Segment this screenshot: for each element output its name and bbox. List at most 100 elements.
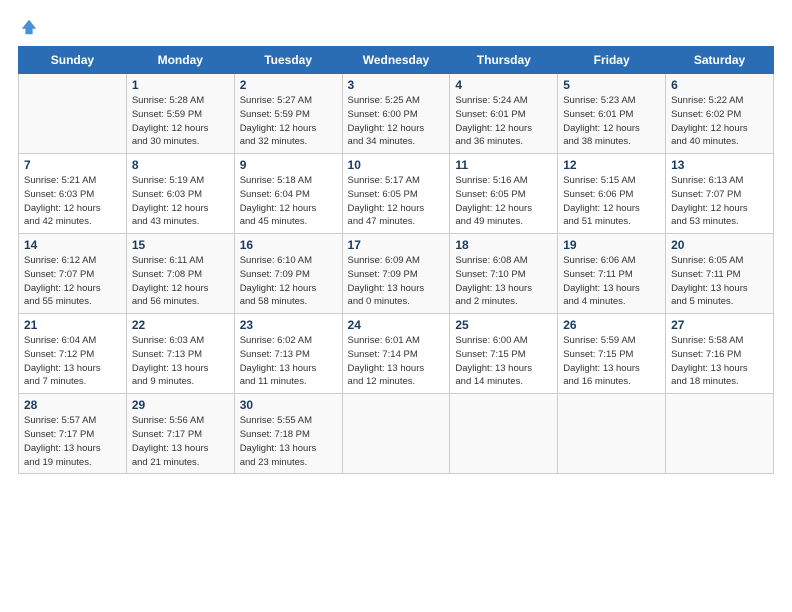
- day-info: Sunrise: 5:28 AM Sunset: 5:59 PM Dayligh…: [132, 94, 229, 149]
- calendar-cell: 23 Sunrise: 6:02 AM Sunset: 7:13 PM Dayli…: [234, 314, 342, 394]
- weekday-header-wednesday: Wednesday: [342, 47, 450, 74]
- day-info: Sunrise: 6:00 AM Sunset: 7:15 PM Dayligh…: [455, 334, 552, 389]
- calendar-cell: 16 Sunrise: 6:10 AM Sunset: 7:09 PM Dayli…: [234, 234, 342, 314]
- day-number: 16: [240, 238, 337, 252]
- calendar-week-5: 28Sunrise: 5:57 AM Sunset: 7:17 PM Dayli…: [19, 394, 774, 474]
- calendar-cell: [666, 394, 774, 474]
- day-info: Sunrise: 5:16 AM Sunset: 6:05 PM Dayligh…: [455, 174, 552, 229]
- day-info: Sunrise: 5:27 AM Sunset: 5:59 PM Dayligh…: [240, 94, 337, 149]
- calendar-cell: 18 Sunrise: 6:08 AM Sunset: 7:10 PM Dayli…: [450, 234, 558, 314]
- day-info: Sunrise: 6:02 AM Sunset: 7:13 PM Dayligh…: [240, 334, 337, 389]
- calendar-cell: 9 Sunrise: 5:18 AM Sunset: 6:04 PM Daylig…: [234, 154, 342, 234]
- calendar-cell: 19 Sunrise: 6:06 AM Sunset: 7:11 PM Dayli…: [558, 234, 666, 314]
- day-info: Sunrise: 6:01 AM Sunset: 7:14 PM Dayligh…: [348, 334, 445, 389]
- calendar-cell: 3 Sunrise: 5:25 AM Sunset: 6:00 PM Daylig…: [342, 74, 450, 154]
- day-info: Sunrise: 5:24 AM Sunset: 6:01 PM Dayligh…: [455, 94, 552, 149]
- logo-icon: [20, 18, 38, 36]
- day-info: Sunrise: 6:06 AM Sunset: 7:11 PM Dayligh…: [563, 254, 660, 309]
- weekday-header-monday: Monday: [126, 47, 234, 74]
- calendar-cell: 22 Sunrise: 6:03 AM Sunset: 7:13 PM Dayli…: [126, 314, 234, 394]
- day-info: Sunrise: 5:17 AM Sunset: 6:05 PM Dayligh…: [348, 174, 445, 229]
- day-info: Sunrise: 5:19 AM Sunset: 6:03 PM Dayligh…: [132, 174, 229, 229]
- calendar-cell: 30 Sunrise: 5:55 AM Sunset: 7:18 PM Dayli…: [234, 394, 342, 474]
- calendar-cell: 2 Sunrise: 5:27 AM Sunset: 5:59 PM Daylig…: [234, 74, 342, 154]
- day-number: 2: [240, 78, 337, 92]
- weekday-header-friday: Friday: [558, 47, 666, 74]
- day-number: 5: [563, 78, 660, 92]
- calendar-cell: 11 Sunrise: 5:16 AM Sunset: 6:05 PM Dayli…: [450, 154, 558, 234]
- day-number: 9: [240, 158, 337, 172]
- day-number: 8: [132, 158, 229, 172]
- day-info: Sunrise: 5:58 AM Sunset: 7:16 PM Dayligh…: [671, 334, 768, 389]
- day-number: 4: [455, 78, 552, 92]
- day-number: 12: [563, 158, 660, 172]
- day-number: 20: [671, 238, 768, 252]
- calendar-week-4: 21 Sunrise: 6:04 AM Sunset: 7:12 PM Dayli…: [19, 314, 774, 394]
- day-number: 3: [348, 78, 445, 92]
- day-info: Sunrise: 5:21 AM Sunset: 6:03 PM Dayligh…: [24, 174, 121, 229]
- day-info: Sunrise: 5:23 AM Sunset: 6:01 PM Dayligh…: [563, 94, 660, 149]
- calendar-table: SundayMondayTuesdayWednesdayThursdayFrid…: [18, 46, 774, 474]
- calendar-cell: 8 Sunrise: 5:19 AM Sunset: 6:03 PM Daylig…: [126, 154, 234, 234]
- day-number: 11: [455, 158, 552, 172]
- day-info: Sunrise: 5:22 AM Sunset: 6:02 PM Dayligh…: [671, 94, 768, 149]
- day-number: 19: [563, 238, 660, 252]
- calendar-week-2: 7 Sunrise: 5:21 AM Sunset: 6:03 PM Daylig…: [19, 154, 774, 234]
- day-info: Sunrise: 5:25 AM Sunset: 6:00 PM Dayligh…: [348, 94, 445, 149]
- day-info: Sunrise: 6:08 AM Sunset: 7:10 PM Dayligh…: [455, 254, 552, 309]
- day-number: 25: [455, 318, 552, 332]
- day-info: Sunrise: 6:05 AM Sunset: 7:11 PM Dayligh…: [671, 254, 768, 309]
- calendar-cell: 5 Sunrise: 5:23 AM Sunset: 6:01 PM Daylig…: [558, 74, 666, 154]
- day-info: Sunrise: 6:09 AM Sunset: 7:09 PM Dayligh…: [348, 254, 445, 309]
- calendar-cell: 13 Sunrise: 6:13 AM Sunset: 7:07 PM Dayli…: [666, 154, 774, 234]
- day-info: Sunrise: 6:13 AM Sunset: 7:07 PM Dayligh…: [671, 174, 768, 229]
- calendar-cell: 28Sunrise: 5:57 AM Sunset: 7:17 PM Dayli…: [19, 394, 127, 474]
- day-number: 27: [671, 318, 768, 332]
- calendar-cell: 10 Sunrise: 5:17 AM Sunset: 6:05 PM Dayli…: [342, 154, 450, 234]
- calendar-cell: 29 Sunrise: 5:56 AM Sunset: 7:17 PM Dayli…: [126, 394, 234, 474]
- calendar-cell: [558, 394, 666, 474]
- day-info: Sunrise: 5:15 AM Sunset: 6:06 PM Dayligh…: [563, 174, 660, 229]
- day-number: 30: [240, 398, 337, 412]
- day-info: Sunrise: 6:04 AM Sunset: 7:12 PM Dayligh…: [24, 334, 121, 389]
- weekday-header-tuesday: Tuesday: [234, 47, 342, 74]
- day-number: 6: [671, 78, 768, 92]
- day-number: 23: [240, 318, 337, 332]
- day-info: Sunrise: 6:12 AM Sunset: 7:07 PM Dayligh…: [24, 254, 121, 309]
- day-number: 29: [132, 398, 229, 412]
- calendar-cell: 1 Sunrise: 5:28 AM Sunset: 5:59 PM Daylig…: [126, 74, 234, 154]
- day-info: Sunrise: 6:10 AM Sunset: 7:09 PM Dayligh…: [240, 254, 337, 309]
- day-number: 22: [132, 318, 229, 332]
- day-info: Sunrise: 5:18 AM Sunset: 6:04 PM Dayligh…: [240, 174, 337, 229]
- day-number: 1: [132, 78, 229, 92]
- calendar-cell: 6 Sunrise: 5:22 AM Sunset: 6:02 PM Daylig…: [666, 74, 774, 154]
- day-info: Sunrise: 6:11 AM Sunset: 7:08 PM Dayligh…: [132, 254, 229, 309]
- calendar-cell: 4 Sunrise: 5:24 AM Sunset: 6:01 PM Daylig…: [450, 74, 558, 154]
- day-number: 21: [24, 318, 121, 332]
- day-number: 18: [455, 238, 552, 252]
- day-info: Sunrise: 6:03 AM Sunset: 7:13 PM Dayligh…: [132, 334, 229, 389]
- calendar-week-3: 14 Sunrise: 6:12 AM Sunset: 7:07 PM Dayli…: [19, 234, 774, 314]
- weekday-header-row: SundayMondayTuesdayWednesdayThursdayFrid…: [19, 47, 774, 74]
- calendar-cell: 20 Sunrise: 6:05 AM Sunset: 7:11 PM Dayli…: [666, 234, 774, 314]
- day-number: 10: [348, 158, 445, 172]
- day-number: 15: [132, 238, 229, 252]
- day-number: 26: [563, 318, 660, 332]
- calendar-cell: 21 Sunrise: 6:04 AM Sunset: 7:12 PM Dayli…: [19, 314, 127, 394]
- calendar-cell: [450, 394, 558, 474]
- calendar-cell: 15 Sunrise: 6:11 AM Sunset: 7:08 PM Dayli…: [126, 234, 234, 314]
- day-info: Sunrise: 5:59 AM Sunset: 7:15 PM Dayligh…: [563, 334, 660, 389]
- day-number: 14: [24, 238, 121, 252]
- day-number: 7: [24, 158, 121, 172]
- calendar-cell: 12 Sunrise: 5:15 AM Sunset: 6:06 PM Dayli…: [558, 154, 666, 234]
- calendar-cell: 7 Sunrise: 5:21 AM Sunset: 6:03 PM Daylig…: [19, 154, 127, 234]
- calendar-cell: 27 Sunrise: 5:58 AM Sunset: 7:16 PM Dayli…: [666, 314, 774, 394]
- header: [18, 18, 774, 36]
- day-number: 17: [348, 238, 445, 252]
- logo: [18, 18, 38, 36]
- day-info: Sunrise: 5:55 AM Sunset: 7:18 PM Dayligh…: [240, 414, 337, 469]
- weekday-header-sunday: Sunday: [19, 47, 127, 74]
- day-info: Sunrise: 5:56 AM Sunset: 7:17 PM Dayligh…: [132, 414, 229, 469]
- day-number: 13: [671, 158, 768, 172]
- day-number: 24: [348, 318, 445, 332]
